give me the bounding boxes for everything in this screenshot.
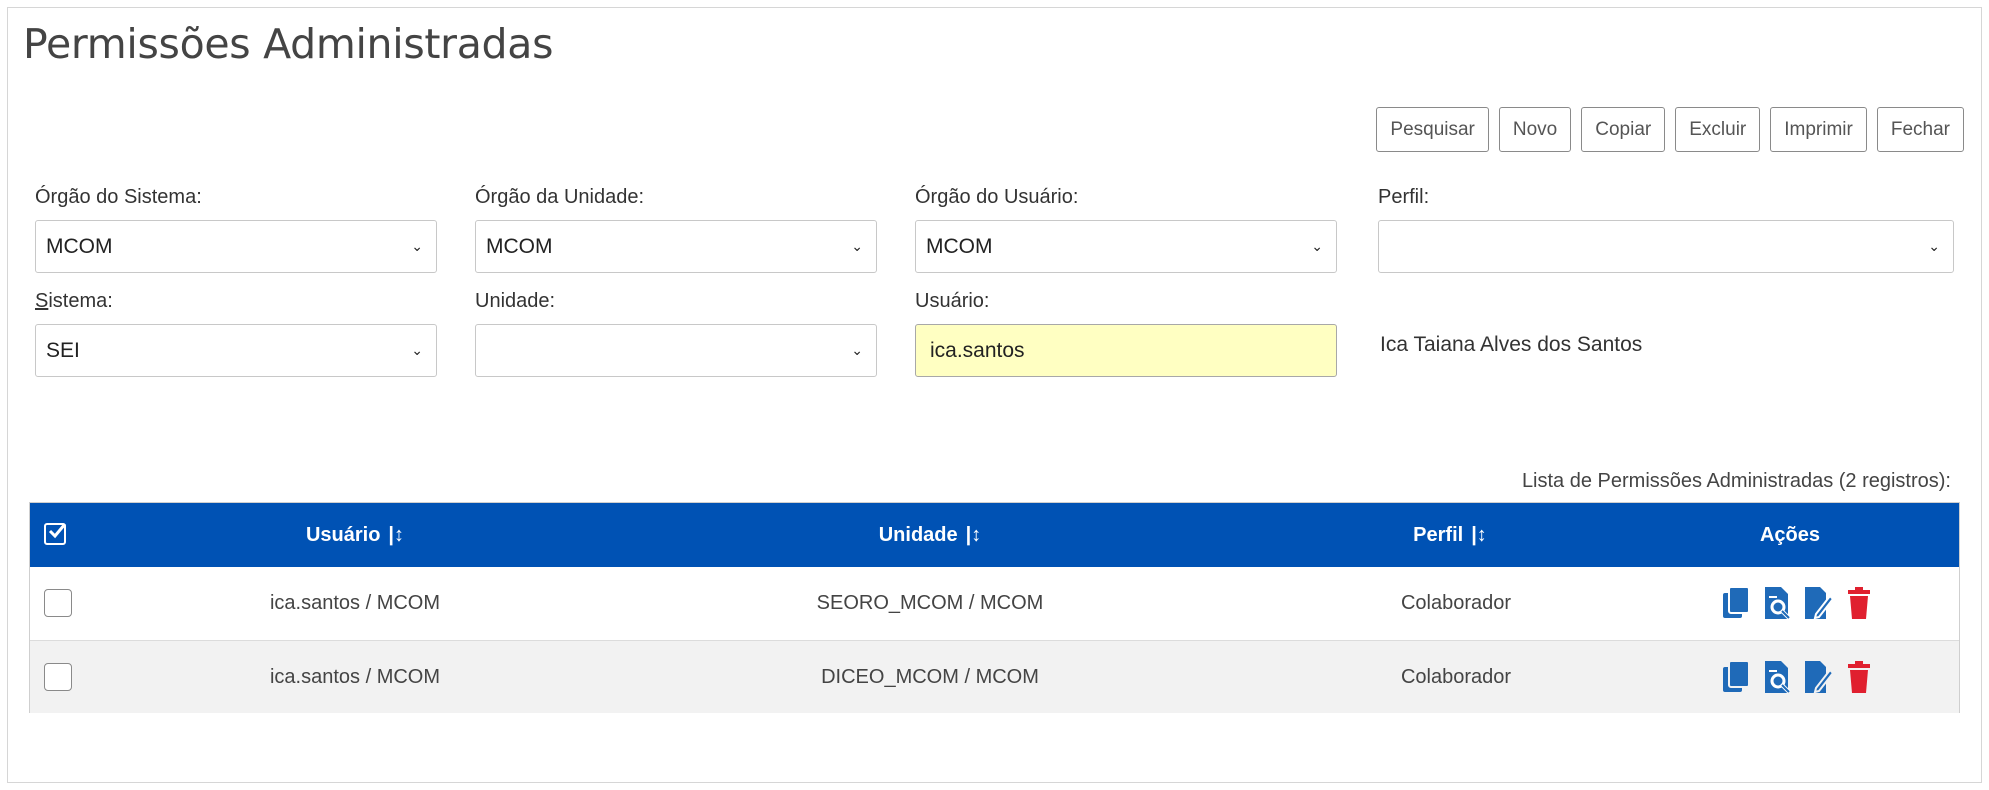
table-header: Usuário |↕ Unidade |↕ Perfil |↕ Ações: [30, 503, 1959, 567]
edit-icon[interactable]: [1802, 586, 1834, 620]
chevron-down-icon: ⌄: [851, 238, 863, 254]
copy-icon[interactable]: [1720, 660, 1752, 694]
col-unidade-label: Unidade: [878, 524, 958, 546]
col-header-perfil[interactable]: Perfil |↕: [1413, 503, 1487, 567]
sistema-value: SEI: [46, 339, 80, 362]
unidade-field: Unidade: ⌄: [475, 290, 877, 377]
edit-icon[interactable]: [1802, 660, 1834, 694]
col-header-acoes: Ações: [1759, 524, 1821, 546]
row-actions: [1720, 586, 1875, 620]
perfil-select[interactable]: ⌄: [1378, 220, 1954, 273]
view-icon[interactable]: [1761, 586, 1793, 620]
usuario-field: Usuário: ica.santos: [915, 290, 1337, 377]
sistema-label-text: istema:: [48, 290, 113, 312]
view-icon[interactable]: [1761, 660, 1793, 694]
orgao-usuario-label: Órgão do Usuário:: [915, 186, 1079, 208]
orgao-unidade-label: Órgão da Unidade:: [475, 186, 645, 208]
toolbar: Pesquisar Novo Copiar Excluir Imprimir F…: [1376, 107, 1964, 152]
chevron-down-icon: ⌄: [1311, 238, 1323, 254]
row-checkbox[interactable]: [44, 589, 72, 617]
orgao-sistema-value: MCOM: [46, 235, 113, 258]
unidade-label: Unidade:: [475, 290, 556, 312]
cell-usuario: ica.santos / MCOM: [269, 592, 441, 614]
sistema-label: Sistema:: [35, 290, 437, 313]
fechar-button[interactable]: Fechar: [1876, 107, 1964, 152]
checkmark-icon: [48, 523, 67, 539]
unidade-select[interactable]: ⌄: [475, 324, 877, 377]
orgao-sistema-field: Órgão do Sistema: MCOM ⌄: [35, 186, 437, 273]
orgao-unidade-select[interactable]: MCOM ⌄: [475, 220, 877, 273]
row-checkbox[interactable]: [44, 663, 72, 691]
sistema-access-key: S: [35, 290, 49, 312]
page-title: Permissões Administradas: [23, 20, 554, 68]
row-actions: [1720, 660, 1875, 694]
orgao-unidade-value: MCOM: [486, 235, 553, 258]
usuario-nome: Ica Taiana Alves dos Santos: [1380, 333, 1643, 356]
perfil-label: Perfil:: [1378, 186, 1430, 208]
imprimir-button[interactable]: Imprimir: [1770, 107, 1867, 152]
select-all-checkbox[interactable]: [44, 523, 67, 545]
orgao-sistema-label: Órgão do Sistema:: [35, 186, 202, 208]
permissions-table: Usuário |↕ Unidade |↕ Perfil |↕ Ações ica.s…: [29, 502, 1960, 713]
pesquisar-button[interactable]: Pesquisar: [1376, 107, 1489, 152]
sistema-select[interactable]: SEI ⌄: [35, 324, 437, 377]
orgao-unidade-field: Órgão da Unidade: MCOM ⌄: [475, 186, 877, 273]
sort-icon[interactable]: |↕: [966, 524, 982, 546]
col-header-unidade[interactable]: Unidade |↕: [879, 503, 982, 567]
table-caption: Lista de Permissões Administradas (2 reg…: [1521, 470, 1951, 492]
perfil-field: Perfil: ⌄: [1378, 186, 1954, 273]
orgao-usuario-field: Órgão do Usuário: MCOM ⌄: [915, 186, 1337, 273]
copy-icon[interactable]: [1720, 586, 1752, 620]
usuario-input[interactable]: ica.santos: [915, 324, 1337, 377]
table-row: ica.santos / MCOM SEORO_MCOM / MCOM Cola…: [30, 567, 1959, 640]
usuario-label: Usuário:: [915, 290, 990, 312]
orgao-usuario-value: MCOM: [926, 235, 993, 258]
sort-icon[interactable]: |↕: [388, 524, 404, 546]
orgao-sistema-select[interactable]: MCOM ⌄: [35, 220, 437, 273]
sistema-field: Sistema: SEI ⌄: [35, 290, 437, 377]
chevron-down-icon: ⌄: [851, 342, 863, 358]
cell-usuario: ica.santos / MCOM: [269, 666, 441, 688]
chevron-down-icon: ⌄: [411, 342, 423, 358]
cell-perfil: Colaborador: [1400, 666, 1512, 688]
col-usuario-label: Usuário: [305, 524, 381, 546]
table-row: ica.santos / MCOM DICEO_MCOM / MCOM Cola…: [30, 640, 1959, 713]
excluir-button[interactable]: Excluir: [1675, 107, 1761, 152]
col-perfil-label: Perfil: [1413, 524, 1464, 546]
delete-icon[interactable]: [1843, 660, 1875, 694]
chevron-down-icon: ⌄: [1928, 238, 1940, 254]
delete-icon[interactable]: [1843, 586, 1875, 620]
orgao-usuario-select[interactable]: MCOM ⌄: [915, 220, 1337, 273]
copiar-button[interactable]: Copiar: [1581, 107, 1666, 152]
sort-icon[interactable]: |↕: [1471, 524, 1487, 546]
col-header-usuario[interactable]: Usuário |↕: [306, 503, 404, 567]
novo-button[interactable]: Novo: [1498, 107, 1572, 152]
cell-unidade: SEORO_MCOM / MCOM: [816, 592, 1044, 614]
cell-unidade: DICEO_MCOM / MCOM: [821, 666, 1039, 688]
cell-perfil: Colaborador: [1400, 592, 1512, 614]
chevron-down-icon: ⌄: [411, 238, 423, 254]
